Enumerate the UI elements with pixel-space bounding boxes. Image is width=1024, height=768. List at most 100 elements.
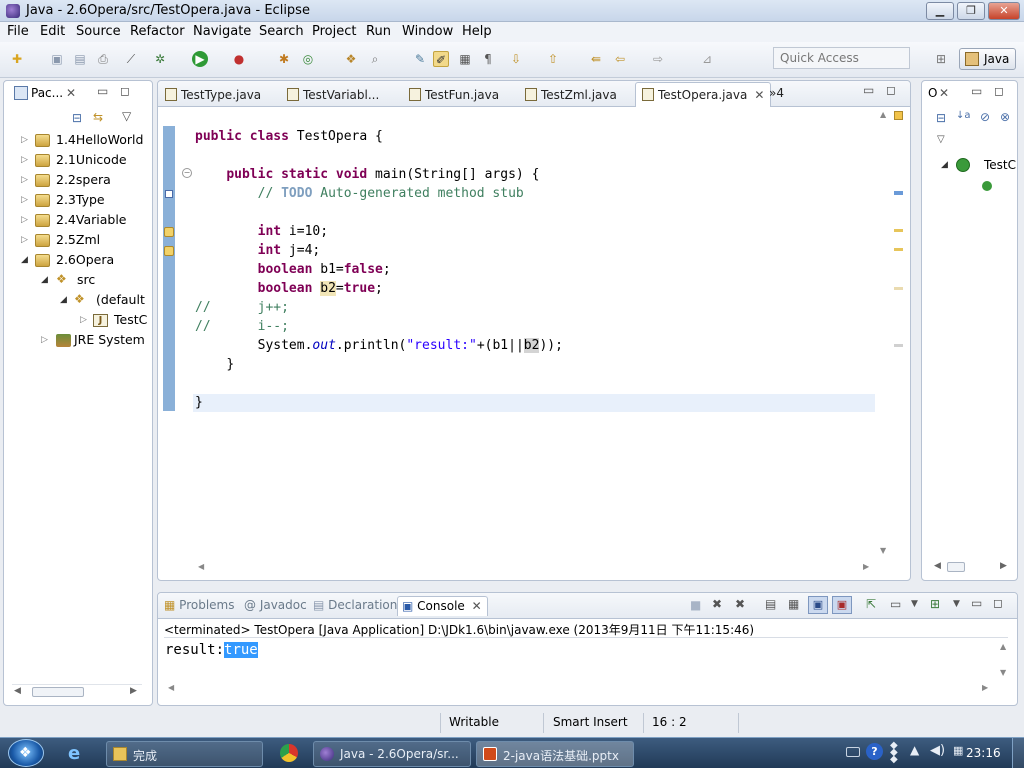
expand-arrow-icon[interactable]: ▷ (80, 315, 88, 325)
tree-item-1-4helloworld[interactable]: ▷ 1.4HelloWorld (4, 131, 152, 151)
scroll-down-icon[interactable]: ▼ (880, 546, 886, 555)
close-tab-icon[interactable]: ✕ (472, 599, 482, 613)
warning-marker-icon[interactable] (164, 227, 174, 237)
print-icon[interactable]: ⎙ (95, 51, 111, 67)
code-line-15[interactable]: } (195, 395, 203, 410)
expand-arrow-icon[interactable]: ▷ (21, 135, 29, 145)
tree-item-default-package[interactable]: ◢ ❖ (default (4, 291, 152, 311)
taskbar-item-folder[interactable]: 完成 (106, 741, 263, 767)
scroll-down-icon[interactable]: ▼ (1000, 668, 1006, 677)
tree-item-2-4variable[interactable]: ▷ 2.4Variable (4, 211, 152, 231)
code-line-10[interactable]: // j++; (195, 300, 289, 315)
menu-project[interactable]: Project (312, 24, 356, 39)
hide-static-icon[interactable]: ⊗ (1000, 110, 1010, 124)
overview-warning-icon[interactable] (894, 111, 903, 120)
editor-horizontal-scrollbar[interactable]: ◀ ▶ (193, 562, 873, 574)
quick-access-input[interactable]: Quick Access (773, 47, 910, 69)
tab-problems[interactable]: ▦ Problems (164, 598, 234, 612)
close-tab-icon[interactable]: ✕ (66, 86, 76, 100)
show-hidden-icons-icon[interactable]: ▲ (910, 743, 919, 757)
taskbar-item-powerpoint[interactable]: 2-java语法基础.pptx (476, 741, 634, 767)
scroll-right-icon[interactable]: ▶ (130, 686, 137, 696)
internet-explorer-icon[interactable]: e (68, 743, 80, 764)
minimize-view-icon[interactable]: ▭ (97, 84, 108, 98)
new-java-project-icon[interactable]: ✱ (276, 51, 292, 67)
tree-item-2-3type[interactable]: ▷ 2.3Type (4, 191, 152, 211)
code-line-9[interactable]: boolean b2=true; (195, 281, 383, 296)
tab-overflow-button[interactable]: »4 (769, 84, 784, 106)
block-selection-icon[interactable]: ▦ (457, 51, 473, 67)
scroll-left-icon[interactable]: ◀ (14, 686, 21, 696)
code-line-6[interactable]: int i=10; (195, 224, 328, 239)
expand-arrow-icon[interactable]: ▷ (21, 155, 29, 165)
menu-navigate[interactable]: Navigate (193, 24, 251, 39)
menu-help[interactable]: Help (462, 24, 492, 39)
editor-tab-testzml[interactable]: TestZml.java (525, 84, 617, 106)
overview-occurrence-marker[interactable] (894, 344, 903, 347)
scroll-left-icon[interactable]: ◀ (934, 561, 941, 571)
view-menu-icon[interactable]: ▽ (122, 109, 131, 123)
menu-search[interactable]: Search (259, 24, 304, 39)
remove-all-terminated-icon[interactable]: ✖ (735, 597, 745, 611)
code-line-13[interactable]: } (195, 357, 234, 372)
help-icon[interactable]: ? (866, 743, 883, 760)
expand-arrow-icon[interactable]: ▷ (21, 175, 29, 185)
minimize-editor-icon[interactable]: ▭ (863, 83, 874, 97)
collapse-arrow-icon[interactable]: ◢ (941, 160, 948, 170)
menu-edit[interactable]: Edit (40, 24, 65, 39)
save-all-icon[interactable]: ▤ (72, 51, 88, 67)
collapse-arrow-icon[interactable]: ◢ (41, 275, 49, 285)
tree-item-testopera[interactable]: ▷ J TestC (4, 311, 152, 331)
outline-item-testopera[interactable]: TestC (984, 158, 1016, 172)
tree-item-2-5zml[interactable]: ▷ 2.5Zml (4, 231, 152, 251)
menu-window[interactable]: Window (402, 24, 453, 39)
minimize-view-icon[interactable]: ▭ (971, 596, 982, 610)
open-perspective-icon[interactable]: ⊞ (933, 51, 949, 67)
menu-source[interactable]: Source (76, 24, 121, 39)
close-tab-icon[interactable]: ✕ (939, 86, 949, 100)
terminate-icon[interactable]: ■ (690, 598, 701, 612)
tab-console[interactable]: ▣ Console ✕ (397, 596, 488, 616)
minimize-view-icon[interactable]: ▭ (971, 84, 982, 98)
maximize-view-icon[interactable]: ◻ (994, 84, 1004, 98)
overview-warning-marker[interactable] (894, 229, 903, 232)
editor-tab-testopera[interactable]: TestOpera.java ✕ (635, 82, 772, 107)
taskbar-item-eclipse[interactable]: Java - 2.6Opera/sr... (313, 741, 471, 767)
maximize-view-icon[interactable]: ◻ (120, 84, 130, 98)
code-line-1[interactable]: public class TestOpera { (195, 129, 383, 144)
maximize-view-icon[interactable]: ◻ (993, 596, 1003, 610)
scroll-right-icon[interactable]: ▶ (863, 562, 869, 571)
expand-arrow-icon[interactable]: ▷ (21, 195, 29, 205)
chrome-icon[interactable] (280, 744, 298, 762)
tree-item-2-6opera[interactable]: ◢ 2.6Opera (4, 251, 152, 271)
code-line-12[interactable]: System.out.println("result:"+(b1||b2)); (195, 338, 563, 353)
scroll-left-icon[interactable]: ◀ (198, 562, 204, 571)
overview-occurrence-marker[interactable] (894, 287, 903, 290)
horizontal-scrollbar[interactable]: ◀ ▶ (12, 684, 142, 698)
new-class-icon[interactable]: ◎ (300, 51, 316, 67)
task-marker-icon[interactable] (165, 190, 173, 198)
ime-icon[interactable]: ◆ ◆ ◆ (890, 741, 898, 765)
scroll-up-icon[interactable]: ▲ (880, 110, 886, 119)
close-tab-icon[interactable]: ✕ (754, 88, 764, 102)
collapse-all-icon[interactable]: ⊟ (936, 111, 946, 125)
code-line-11[interactable]: // i--; (195, 319, 289, 334)
scroll-right-icon[interactable]: ▶ (982, 683, 988, 692)
editor-tab-testvariable[interactable]: TestVariabl... (287, 84, 379, 106)
tree-item-2-2spera[interactable]: ▷ 2.2spera (4, 171, 152, 191)
java-perspective-button[interactable]: Java (959, 48, 1016, 70)
overview-warning-marker[interactable] (894, 248, 903, 251)
vertical-scrollbar[interactable]: ▲ ▼ (879, 110, 891, 560)
show-console-on-output-icon[interactable]: ▣ (808, 596, 828, 614)
expand-arrow-icon[interactable]: ▷ (41, 335, 49, 345)
tree-item-src[interactable]: ◢ ❖ src (4, 271, 152, 291)
new-icon[interactable]: ✚ (9, 51, 25, 67)
next-annotation-icon[interactable]: ⇩ (508, 51, 524, 67)
save-icon[interactable]: ▣ (49, 51, 65, 67)
open-console-icon[interactable]: ⊞ (930, 597, 940, 611)
outline-tab[interactable]: O (928, 86, 937, 100)
pin-editor-icon[interactable]: ⊿ (699, 51, 715, 67)
code-line-7[interactable]: int j=4; (195, 243, 321, 258)
tree-item-2-1unicode[interactable]: ▷ 2.1Unicode (4, 151, 152, 171)
menu-file[interactable]: File (7, 24, 29, 39)
